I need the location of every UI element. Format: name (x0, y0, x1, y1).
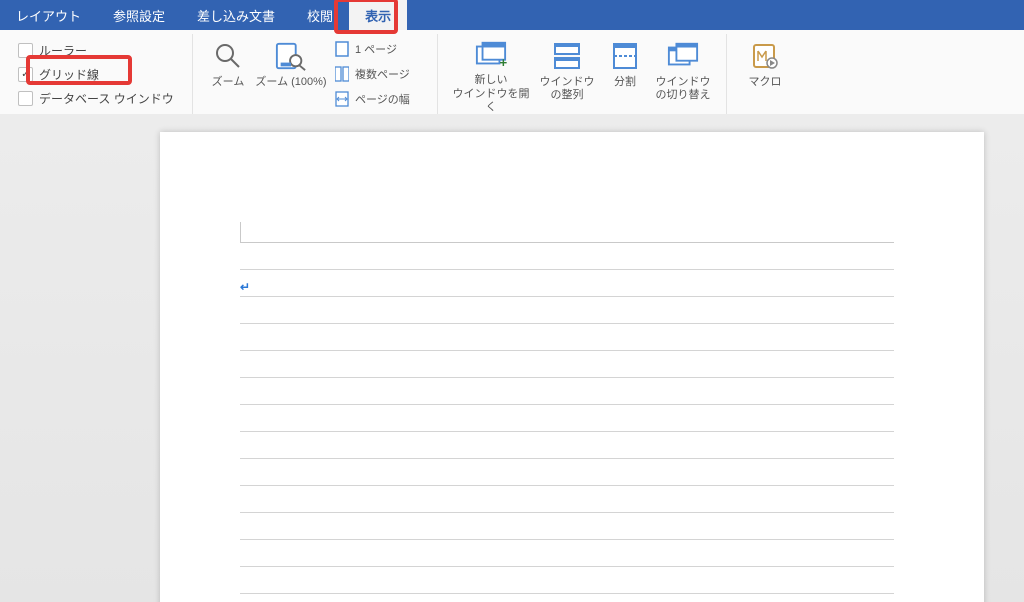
onepage-label: 1 ページ (355, 41, 397, 57)
zoom100-button[interactable]: ズーム (100%) (253, 34, 329, 114)
new-window-icon: + (475, 40, 507, 70)
document-workspace: ↵ (0, 114, 1024, 602)
newwindow-button[interactable]: + 新しい ウインドウを開く (448, 34, 534, 114)
page[interactable]: ↵ (160, 132, 984, 602)
split-icon (609, 40, 641, 72)
group-zoom: ズーム ズーム (100%) 1 ページ 複数ページ ページの幅 (193, 34, 438, 114)
checkbox-gridlines-label: グリッド線 (39, 66, 99, 83)
multipage-label: 複数ページ (355, 66, 410, 82)
group-macro: マクロ (727, 34, 803, 114)
checkbox-ruler[interactable]: ルーラー (14, 40, 174, 61)
margin-mark (240, 222, 241, 242)
pagewidth-icon (335, 91, 349, 107)
macro-button[interactable]: マクロ (737, 34, 793, 114)
newwindow-label: 新しい ウインドウを開く (448, 74, 534, 114)
ribbon: ルーラー ✓ グリッド線 データベース ウインドウ ズーム ズーム (100%) (0, 30, 1024, 115)
arrange-icon (551, 40, 583, 72)
macro-icon (749, 40, 781, 72)
page-view-column: 1 ページ 複数ページ ページの幅 (329, 34, 427, 114)
macro-label: マクロ (749, 76, 782, 89)
checkbox-dbwindow-label: データベース ウインドウ (39, 90, 174, 107)
gridlines-area (240, 242, 894, 602)
switchwindow-button[interactable]: ウインドウ の切り替え (650, 34, 716, 114)
group-show: ルーラー ✓ グリッド線 データベース ウインドウ (0, 34, 193, 114)
svg-text:+: + (499, 55, 507, 70)
unchecked-box-icon (18, 43, 33, 58)
pagewidth-button[interactable]: ページの幅 (335, 90, 421, 108)
onepage-icon (335, 41, 349, 57)
multipage-button[interactable]: 複数ページ (335, 65, 421, 83)
ribbon-tabs: レイアウト 参照設定 差し込み文書 校閲 表示 (0, 0, 1024, 30)
checkbox-gridlines[interactable]: ✓ グリッド線 (14, 64, 174, 85)
tab-view[interactable]: 表示 (349, 0, 407, 30)
zoom-button-label: ズーム (212, 76, 245, 89)
checkbox-dbwindow[interactable]: データベース ウインドウ (14, 88, 174, 109)
tab-review[interactable]: 校閲 (291, 0, 349, 30)
page-magnifier-icon (275, 40, 307, 72)
tab-layout[interactable]: レイアウト (0, 0, 97, 30)
pagewidth-label: ページの幅 (355, 91, 410, 107)
group-window: + 新しい ウインドウを開く ウインドウ の整列 分割 ウインドウ の切り替え (438, 34, 727, 114)
arrange-label: ウインドウ の整列 (540, 76, 595, 102)
text-cursor: ↵ (240, 280, 250, 294)
checkbox-ruler-label: ルーラー (39, 42, 87, 59)
tab-references[interactable]: 参照設定 (97, 0, 181, 30)
checked-box-icon: ✓ (18, 67, 33, 82)
magnifier-icon (212, 40, 244, 72)
split-label: 分割 (614, 76, 636, 89)
multipage-icon (335, 66, 349, 82)
tab-mailmerge[interactable]: 差し込み文書 (181, 0, 291, 30)
unchecked-box-icon (18, 91, 33, 106)
arrange-button[interactable]: ウインドウ の整列 (534, 34, 600, 114)
zoom100-button-label: ズーム (100%) (255, 76, 326, 89)
switchwindow-label: ウインドウ の切り替え (656, 76, 711, 102)
switch-window-icon (667, 40, 699, 72)
split-button[interactable]: 分割 (600, 34, 650, 114)
onepage-button[interactable]: 1 ページ (335, 40, 421, 58)
zoom-button[interactable]: ズーム (203, 34, 253, 114)
